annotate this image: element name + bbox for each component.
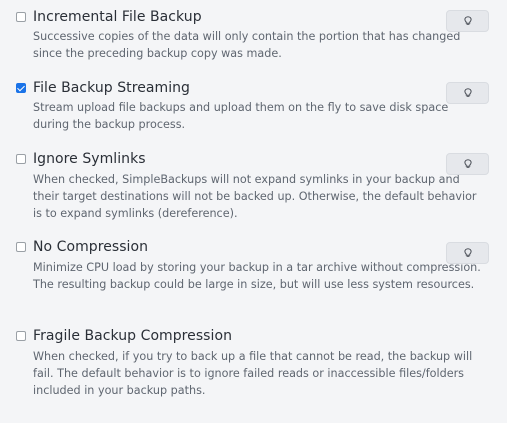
backup-options-list: Incremental File Backup Successive copie…: [0, 0, 507, 423]
incremental-file-backup-hint-button[interactable]: [446, 10, 489, 32]
option-description: Successive copies of the data will only …: [33, 30, 461, 60]
no-compression-hint-button[interactable]: [446, 242, 489, 264]
lightbulb-icon: [463, 88, 472, 97]
option-title: Incremental File Backup: [33, 9, 202, 25]
option-description: Stream upload file backups and upload th…: [33, 101, 449, 131]
incremental-file-backup-checkbox[interactable]: [16, 12, 26, 22]
file-backup-streaming-checkbox[interactable]: [16, 83, 26, 93]
lightbulb-icon: [463, 159, 472, 168]
option-title: Ignore Symlinks: [33, 151, 146, 167]
option-description: When checked, SimpleBackups will not exp…: [33, 173, 477, 220]
option-description: When checked, if you try to back up a fi…: [33, 350, 473, 397]
no-compression-checkbox[interactable]: [16, 242, 26, 252]
option-description: Minimize CPU load by storing your backup…: [33, 261, 481, 291]
option-title: Fragile Backup Compression: [33, 328, 233, 344]
lightbulb-icon: [463, 248, 472, 257]
ignore-symlinks-hint-button[interactable]: [446, 153, 489, 175]
lightbulb-icon: [463, 16, 472, 25]
file-backup-streaming-hint-button[interactable]: [446, 82, 489, 104]
option-title: File Backup Streaming: [33, 80, 190, 96]
fragile-backup-compression-checkbox[interactable]: [16, 331, 26, 341]
option-title: No Compression: [33, 239, 149, 255]
ignore-symlinks-checkbox[interactable]: [16, 154, 26, 164]
